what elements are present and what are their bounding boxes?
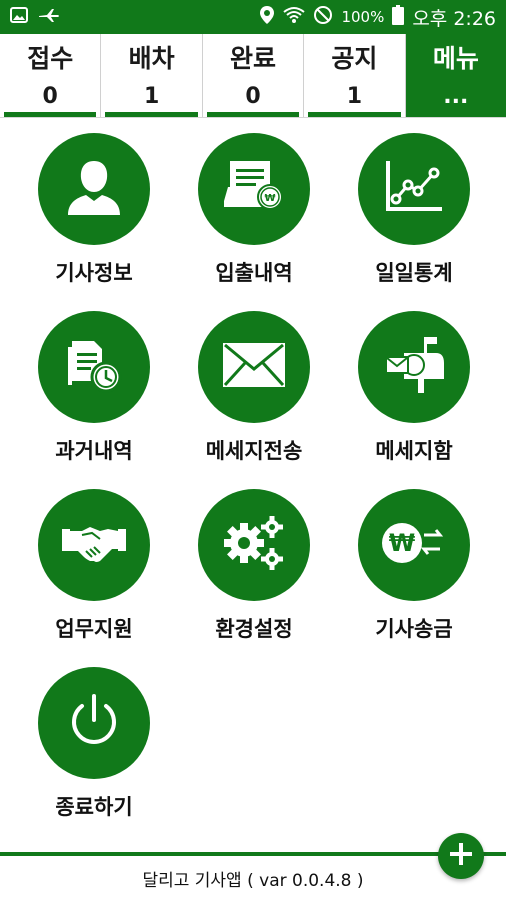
tab-count: ... bbox=[443, 84, 469, 109]
status-bar: 100% 오후 2:26 bbox=[0, 0, 506, 34]
menu-button-circle[interactable]: ₩ bbox=[198, 133, 310, 245]
plus-icon bbox=[448, 841, 474, 871]
power-icon bbox=[65, 692, 123, 754]
menu-button-circle[interactable] bbox=[358, 133, 470, 245]
menu-button-circle[interactable]: ₩ bbox=[358, 489, 470, 601]
menu-item-send-message[interactable]: 메세지전송 bbox=[184, 311, 324, 465]
line-chart-icon bbox=[384, 159, 444, 219]
menu-label: 업무지원 bbox=[55, 617, 133, 641]
receipt-won-icon: ₩ bbox=[220, 157, 288, 221]
menu-label: 종료하기 bbox=[55, 795, 133, 819]
menu-label: 환경설정 bbox=[215, 617, 293, 641]
battery-icon bbox=[392, 4, 405, 30]
menu-button-circle[interactable] bbox=[38, 667, 150, 779]
battery-percent: 100% bbox=[341, 8, 385, 26]
tab-underline bbox=[105, 112, 198, 117]
footer-bar: 달리고 기사앱 ( var 0.0.4.8 ) bbox=[0, 852, 506, 900]
tab-menu[interactable]: 메뉴 ... bbox=[405, 34, 506, 117]
tab-count: 1 bbox=[143, 84, 160, 109]
menu-item-deposit-history[interactable]: ₩ 입출내역 bbox=[184, 133, 324, 287]
person-icon bbox=[62, 155, 126, 223]
menu-button-circle[interactable] bbox=[358, 311, 470, 423]
clock: 오후 2:26 bbox=[412, 7, 496, 30]
menu-label: 일일통계 bbox=[375, 261, 453, 285]
wifi-icon bbox=[283, 6, 306, 29]
menu-button-circle[interactable] bbox=[38, 489, 150, 601]
tab-count: 1 bbox=[346, 84, 363, 109]
menu-button-circle[interactable] bbox=[38, 133, 150, 245]
menu-item-driver-info[interactable]: 기사정보 bbox=[24, 133, 164, 287]
tab-underline bbox=[308, 112, 401, 117]
tab-notice[interactable]: 공지 1 bbox=[304, 34, 406, 117]
app-version-text: 달리고 기사앱 ( var 0.0.4.8 ) bbox=[142, 870, 364, 891]
tab-dispatch[interactable]: 배차 1 bbox=[101, 34, 203, 117]
tab-count: 0 bbox=[42, 84, 58, 109]
menu-label: 메세지전송 bbox=[205, 439, 303, 463]
tab-count: 0 bbox=[245, 84, 261, 109]
menu-button-circle[interactable] bbox=[198, 311, 310, 423]
menu-button-circle[interactable] bbox=[198, 489, 310, 601]
menu-item-settings[interactable]: 환경설정 bbox=[184, 489, 324, 643]
tab-underline bbox=[4, 112, 97, 117]
tab-bar: 접수 0 배차 1 완료 0 공지 1 메뉴 ... bbox=[0, 34, 506, 118]
menu-label: 기사송금 bbox=[375, 617, 453, 641]
image-icon bbox=[10, 7, 28, 27]
menu-item-past-history[interactable]: 과거내역 bbox=[24, 311, 164, 465]
gears-icon bbox=[222, 513, 286, 577]
menu-label: 과거내역 bbox=[55, 439, 133, 463]
tab-label: 배차 bbox=[128, 44, 175, 73]
menu-item-daily-stats[interactable]: 일일통계 bbox=[344, 133, 484, 287]
menu-label: 입출내역 bbox=[215, 261, 293, 285]
menu-item-driver-remittance[interactable]: ₩ 기사송금 bbox=[344, 489, 484, 643]
tab-underline bbox=[206, 112, 300, 117]
document-history-icon bbox=[64, 335, 124, 399]
no-disturb-icon bbox=[313, 5, 333, 30]
menu-label: 기사정보 bbox=[55, 261, 133, 285]
menu-item-work-support[interactable]: 업무지원 bbox=[24, 489, 164, 643]
tab-label: 접수 bbox=[27, 44, 74, 73]
menu-button-circle[interactable] bbox=[38, 311, 150, 423]
add-button[interactable] bbox=[438, 833, 484, 879]
location-icon bbox=[259, 5, 275, 30]
tab-received[interactable]: 접수 0 bbox=[0, 34, 102, 117]
won-transfer-icon: ₩ bbox=[380, 519, 448, 571]
tab-label: 완료 bbox=[230, 44, 277, 73]
svg-text:₩: ₩ bbox=[264, 193, 275, 204]
menu-item-exit[interactable]: 종료하기 bbox=[24, 667, 164, 821]
menu-label: 메세지함 bbox=[375, 439, 453, 463]
svg-text:₩: ₩ bbox=[389, 529, 416, 557]
envelope-icon bbox=[221, 341, 287, 393]
menu-item-message-box[interactable]: 메세지함 bbox=[344, 311, 484, 465]
handshake-icon bbox=[60, 521, 128, 569]
tab-label: 공지 bbox=[331, 44, 378, 73]
tab-completed[interactable]: 완료 0 bbox=[203, 34, 305, 117]
mailbox-icon bbox=[382, 335, 446, 399]
tab-label: 메뉴 bbox=[432, 44, 479, 73]
airplane-icon bbox=[38, 7, 60, 27]
